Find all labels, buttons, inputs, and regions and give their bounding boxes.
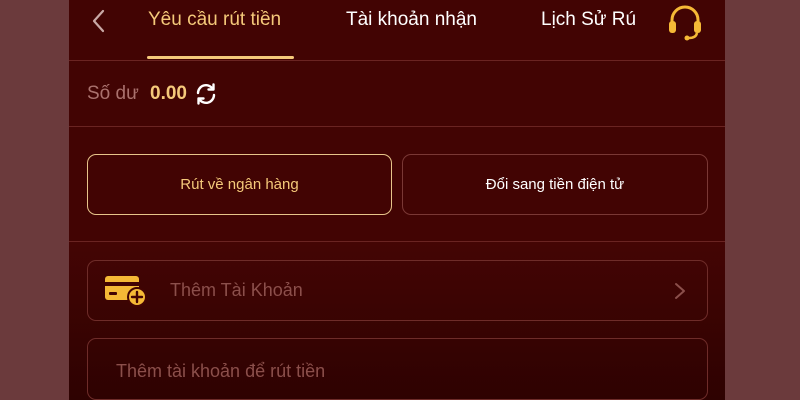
active-tab-indicator — [147, 56, 294, 59]
balance-label: Số dư — [87, 83, 139, 104]
support-button[interactable] — [665, 3, 705, 41]
add-account-button[interactable]: Thêm Tài Khoản — [87, 260, 708, 321]
tab-receiving-account[interactable]: Tài khoản nhận — [346, 9, 477, 31]
add-account-hint-box: Thêm tài khoản để rút tiền — [87, 338, 708, 400]
withdraw-to-bank-button[interactable]: Rút về ngân hàng — [87, 154, 392, 215]
chevron-left-icon — [92, 9, 105, 33]
refresh-icon — [196, 83, 216, 105]
balance-row: Số dư 0.00 — [69, 62, 725, 127]
add-account-hint: Thêm tài khoản để rút tiền — [116, 361, 326, 381]
tab-withdraw-request[interactable]: Yêu cầu rút tiền — [148, 9, 281, 31]
balance-value: 0.00 — [150, 83, 187, 104]
tab-history[interactable]: Lịch Sử Rú — [541, 9, 636, 31]
convert-to-crypto-label: Đổi sang tiền điện tử — [485, 176, 625, 193]
withdraw-to-bank-label: Rút về ngân hàng — [180, 176, 299, 193]
headset-icon — [669, 5, 701, 41]
withdraw-screen: Yêu cầu rút tiền Tài khoản nhận Lịch Sử … — [69, 0, 725, 400]
convert-to-crypto-button[interactable]: Đổi sang tiền điện tử — [402, 154, 708, 215]
card-add-icon — [105, 276, 147, 307]
chevron-right-icon — [675, 283, 685, 299]
top-nav: Yêu cầu rút tiền Tài khoản nhận Lịch Sử … — [69, 0, 725, 61]
add-account-label: Thêm Tài Khoản — [170, 280, 303, 300]
refresh-button[interactable] — [194, 82, 218, 106]
back-button[interactable] — [87, 8, 111, 34]
